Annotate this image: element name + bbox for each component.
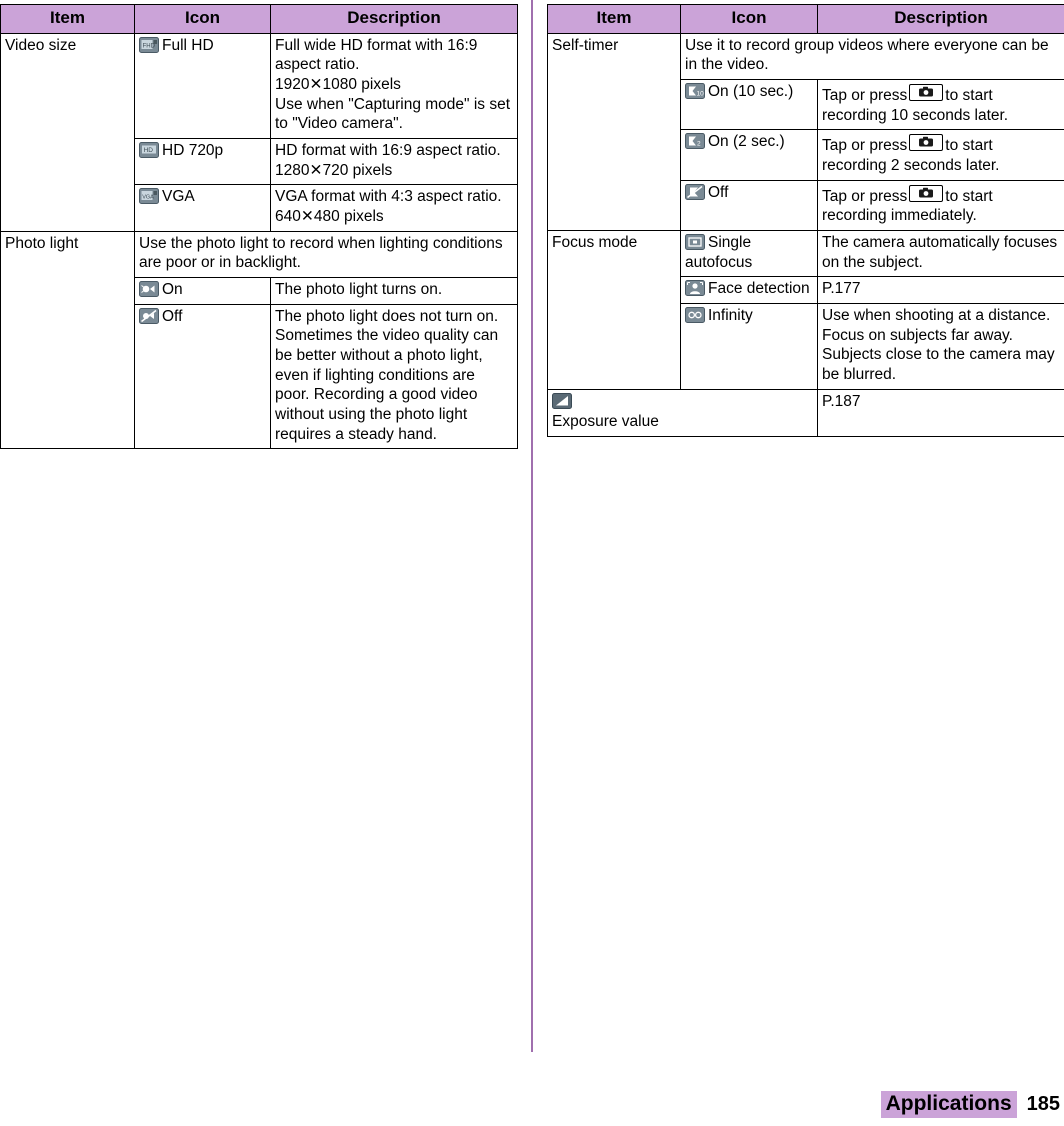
row-description: P.177 <box>817 276 1064 305</box>
row-icon-single-autofocus: Single autofocus <box>680 230 818 278</box>
icon-label: HD 720p <box>162 142 224 160</box>
icon-label: Off <box>708 183 729 201</box>
icon-label: On (10 sec.) <box>708 83 794 101</box>
row-icon-hd720p: HD HD 720p <box>134 138 271 186</box>
desc-part-1: Tap or press <box>822 137 908 155</box>
row-icon-vga: VGA VGA <box>134 184 271 232</box>
photolight-off-icon <box>139 307 159 325</box>
table-header-row: Item Icon Description <box>547 4 1064 34</box>
column-header-description: Description <box>817 4 1064 34</box>
footer-page-number: 185 <box>1026 1093 1060 1115</box>
video-settings-table: Item Icon Description Video size FHD Ful… <box>0 4 518 450</box>
vga-icon: VGA <box>139 187 159 205</box>
selftimer-10-icon: 10 <box>685 82 705 100</box>
selftimer-2-icon: 2 <box>685 132 705 150</box>
table-row: Photo light Use the photo light to recor… <box>0 230 518 450</box>
svg-text:10: 10 <box>697 91 705 98</box>
photolight-on-icon <box>139 280 159 298</box>
column-header-description: Description <box>270 4 518 34</box>
camera-key-icon <box>909 184 944 202</box>
icon-label: On (2 sec.) <box>708 133 785 151</box>
row-icon-infinity: Infinity <box>680 303 818 390</box>
face-detection-icon <box>685 279 705 297</box>
camera-settings-table: Item Icon Description Self-timer Use it … <box>547 4 1064 438</box>
row-item-photo-light: Photo light <box>0 230 135 450</box>
row-icon-selftimer-10: 10 On (10 sec.) <box>680 79 818 131</box>
row-item-exposure-value: Exposure value <box>547 388 818 438</box>
svg-text:VGA: VGA <box>142 195 154 201</box>
row-description: P.187 <box>817 388 1064 438</box>
svg-text:FHD: FHD <box>143 43 156 49</box>
row-item-self-timer: Self-timer <box>547 32 681 232</box>
column-header-item: Item <box>547 4 681 34</box>
column-divider <box>531 0 533 1052</box>
desc-part-1: Tap or press <box>822 187 908 205</box>
item-label: Exposure value <box>552 413 659 431</box>
desc-part-1: Tap or press <box>822 87 908 105</box>
selftimer-off-icon <box>685 183 705 201</box>
row-icon-photolight-off: Off <box>134 303 271 450</box>
icon-label: Face detection <box>708 280 810 298</box>
document-page: Item Icon Description Video size FHD Ful… <box>0 0 1064 1126</box>
row-icon-photolight-on: On <box>134 277 271 305</box>
infinity-icon <box>685 306 705 324</box>
row-description: Full wide HD format with 16:9 aspect rat… <box>270 32 518 140</box>
row-icon-fullhd: FHD Full HD <box>134 32 271 140</box>
page-footer: Applications 185 <box>880 1091 1060 1118</box>
table-header-row: Item Icon Description <box>0 4 518 34</box>
column-header-icon: Icon <box>680 4 818 34</box>
icon-label: Off <box>162 307 183 325</box>
row-description: HD format with 16:9 aspect ratio. 1280✕72… <box>270 138 518 186</box>
single-autofocus-icon <box>685 233 705 251</box>
row-description: The camera automatically focuses on the … <box>817 230 1064 278</box>
row-item-video-size: Video size <box>0 32 135 232</box>
left-column: Item Icon Description Video size FHD Ful… <box>0 4 518 450</box>
table-row: Video size FHD Full HD Full wide HD form… <box>0 32 518 232</box>
row-description: Tap or press to start recording immediate… <box>817 179 1064 232</box>
fullhd-icon: FHD <box>139 36 159 54</box>
icon-label: Infinity <box>708 307 753 325</box>
column-header-icon: Icon <box>134 4 271 34</box>
icon-label: Full HD <box>162 36 214 54</box>
svg-text:HD: HD <box>144 147 154 154</box>
icon-label: VGA <box>162 188 195 206</box>
column-header-item: Item <box>0 4 135 34</box>
svg-text:2: 2 <box>697 141 701 148</box>
row-description: Use it to record group videos where ever… <box>680 32 1064 81</box>
icon-label: On <box>162 281 183 299</box>
hd720p-icon: HD <box>139 141 159 159</box>
footer-section-label: Applications <box>880 1091 1017 1118</box>
table-row: Exposure value P.187 <box>547 388 1064 438</box>
row-description: Tap or press to start recording 2 seconds… <box>817 129 1064 181</box>
exposure-icon <box>552 392 572 410</box>
row-item-focus-mode: Focus mode <box>547 230 681 390</box>
row-icon-selftimer-off: Off <box>680 179 818 232</box>
row-icon-selftimer-2: 2 On (2 sec.) <box>680 129 818 181</box>
row-description: The photo light does not turn on. Someti… <box>270 303 518 450</box>
row-description: The photo light turns on. <box>270 277 518 305</box>
row-description: Use when shooting at a distance. Focus o… <box>817 303 1064 390</box>
row-description: Use the photo light to record when light… <box>134 230 518 279</box>
row-description: VGA format with 4:3 aspect ratio. 640✕480… <box>270 184 518 232</box>
row-icon-face-detection: Face detection <box>680 276 818 305</box>
right-column: Item Icon Description Self-timer Use it … <box>547 4 1064 438</box>
camera-key-icon <box>909 134 944 152</box>
row-description: Tap or press to start recording 10 second… <box>817 79 1064 131</box>
camera-key-icon <box>909 84 944 102</box>
table-row: Focus mode Single autofocus The camera a… <box>547 230 1064 390</box>
table-row: Self-timer Use it to record group videos… <box>547 32 1064 232</box>
